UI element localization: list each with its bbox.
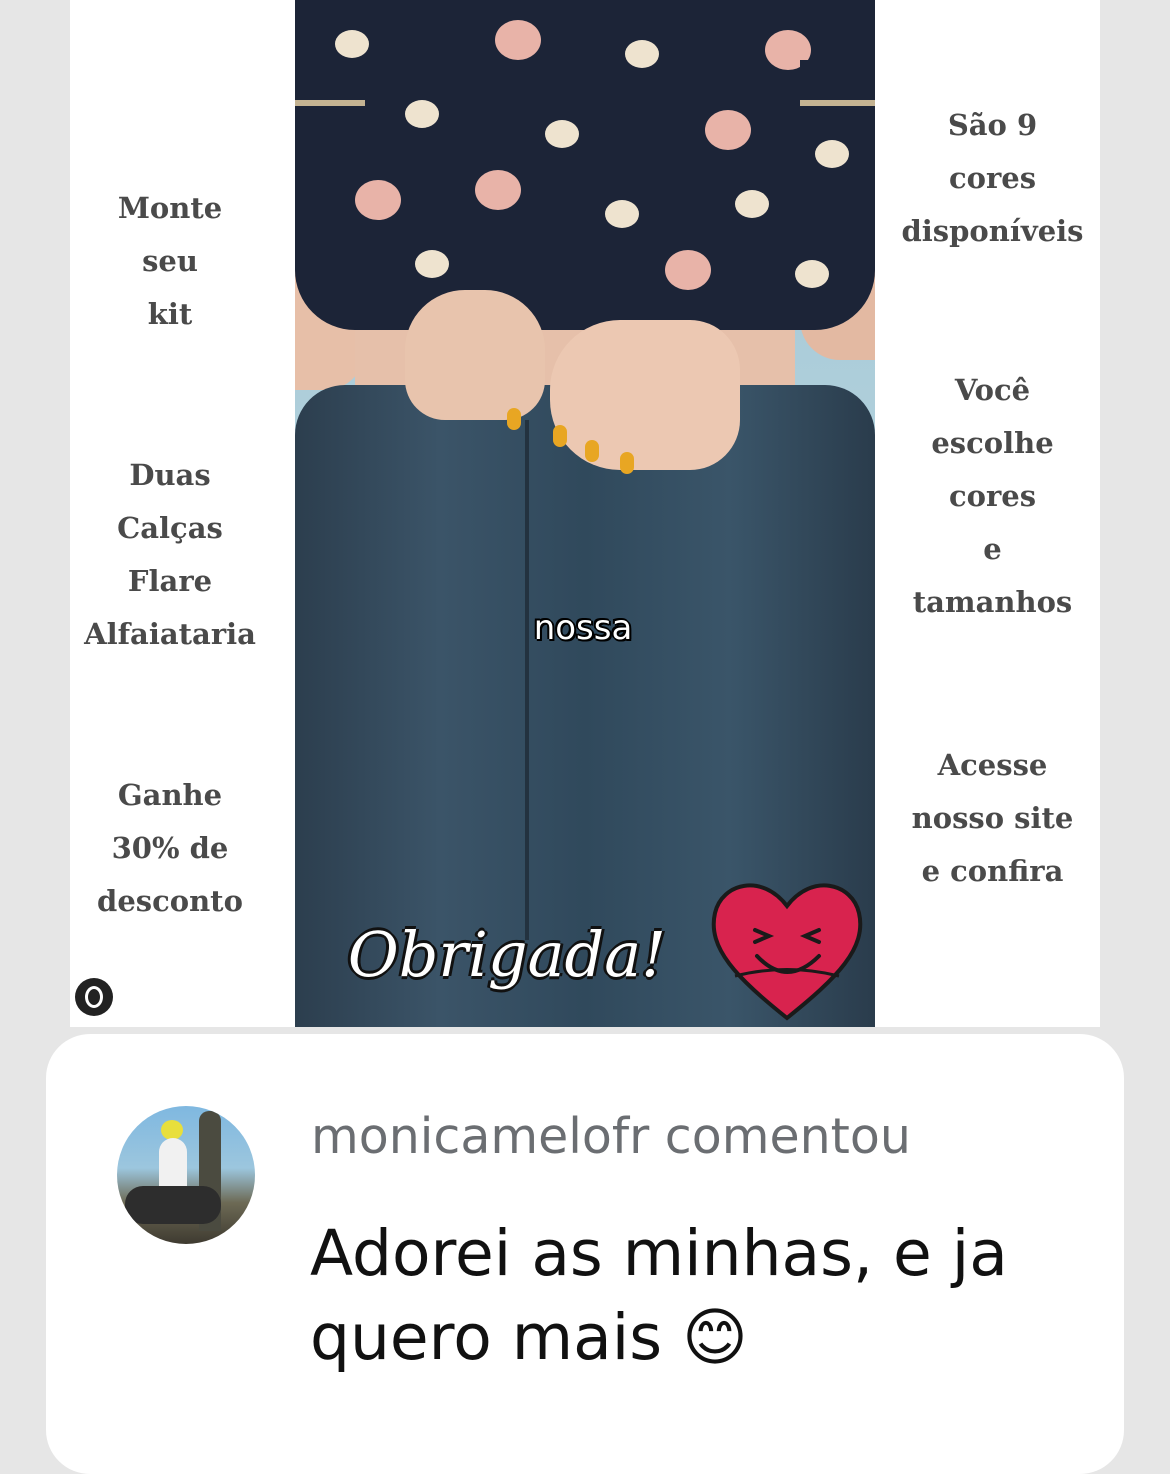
story-post-image: Monte seu kit Duas Calças Flare Alfaiata… — [70, 0, 1100, 1027]
left-text-desconto: Ganhe 30% de desconto — [97, 778, 243, 918]
comment-action: comentou — [664, 1108, 911, 1165]
right-text-site: Acesse nosso site e confira — [911, 748, 1074, 888]
product-video-frame[interactable]: nossa Obrigada! — [295, 0, 875, 1027]
comment-header: monicamelofr comentou — [311, 1108, 911, 1165]
video-caption: nossa — [533, 608, 633, 648]
comment-notification-card[interactable]: monicamelofr comentou Adorei as minhas, … — [46, 1034, 1124, 1474]
right-text-cores: São 9 cores disponíveis — [901, 108, 1084, 248]
left-text-kit: Monte seu kit — [117, 191, 223, 331]
patterned-shirt — [295, 0, 875, 330]
comment-username[interactable]: monicamelofr — [311, 1108, 649, 1165]
avatar[interactable] — [117, 1106, 255, 1244]
obrigada-sticker: Obrigada! — [347, 918, 667, 991]
comment-text: Adorei as minhas, e ja quero mais 😊 — [310, 1217, 1008, 1374]
smiling-heart-icon — [711, 883, 863, 1021]
left-text-calcas: Duas Calças Flare Alfaiataria — [84, 458, 256, 651]
right-text-tamanhos: Você escolhe cores e tamanhos — [912, 373, 1073, 619]
brand-logo-icon — [75, 978, 113, 1016]
